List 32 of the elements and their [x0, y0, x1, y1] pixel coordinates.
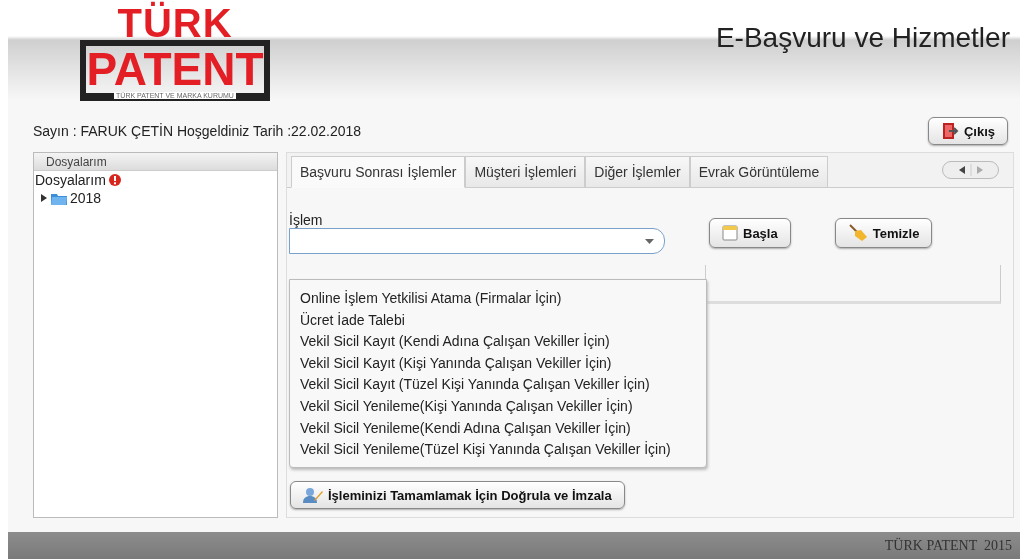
dropdown-option[interactable]: Vekil Sicil Kayıt (Tüzel Kişi Yanında Çalışan Vekiller İçin): [300, 374, 706, 396]
dropdown-option[interactable]: Online İşlem Yetkilisi Atama (Firmalar İçin): [300, 288, 706, 310]
sign-button[interactable]: İşleminizi Tamamlamak İçin Doğrula ve İmzala: [290, 481, 625, 509]
alert-icon: [108, 174, 121, 186]
footer-text: TÜRK PATENT 2015: [884, 537, 1012, 554]
welcome-text: Sayın : FARUK ÇETİN Hoşgeldiniz Tarih :22.02.2018: [33, 123, 362, 139]
tree-item[interactable]: 2018: [70, 190, 102, 206]
exit-door-icon: [940, 123, 959, 139]
broom-icon: [847, 224, 868, 242]
tab[interactable]: Müşteri İşlemleri: [465, 156, 586, 187]
dropdown-caret-icon: [645, 238, 654, 244]
tab[interactable]: Başvuru Sonrası İşlemler: [291, 156, 466, 188]
dropdown-option[interactable]: Vekil Sicil Kayıt (Kendi Adına Çalışan Vekiller İçin): [300, 331, 706, 353]
field-label: İşlem: [289, 212, 324, 228]
clear-button[interactable]: Temizle: [834, 218, 933, 248]
window-icon: [722, 225, 738, 241]
dropdown-option[interactable]: Ücret İade Talebi: [300, 309, 706, 332]
tree-item[interactable]: Dosyalarım: [35, 172, 106, 188]
dropdown-option[interactable]: Vekil Sicil Yenileme(Kendi Adına Çalışan Vekiller İçin): [300, 417, 706, 440]
app-title: E-Başvuru ve Hizmetler: [715, 22, 1010, 54]
dropdown-option[interactable]: Vekil Sicil Yenileme(Tüzel Kişi Yanında Çalışan Vekiller İçin): [300, 439, 706, 461]
panel-title: Dosyalarım: [34, 153, 277, 171]
dropdown-option[interactable]: Vekil Sicil Yenileme(Kişi Yanında Çalışan Vekiller İçin): [300, 395, 706, 418]
folder-icon: [51, 191, 67, 205]
logout-button[interactable]: Çıkış: [927, 117, 1008, 145]
dropdown-option[interactable]: Vekil Sicil Kayıt (Kişi Yanında Çalışan Vekiller İçin): [300, 352, 706, 375]
tab[interactable]: Evrak Görüntüleme: [689, 156, 829, 187]
tab[interactable]: Diğer İşlemler: [585, 156, 690, 187]
start-button[interactable]: Başla: [709, 218, 791, 248]
tab-scroll-arrows-icon[interactable]: [942, 161, 999, 179]
operation-select[interactable]: [289, 228, 665, 254]
expand-arrow-icon[interactable]: [40, 193, 48, 203]
